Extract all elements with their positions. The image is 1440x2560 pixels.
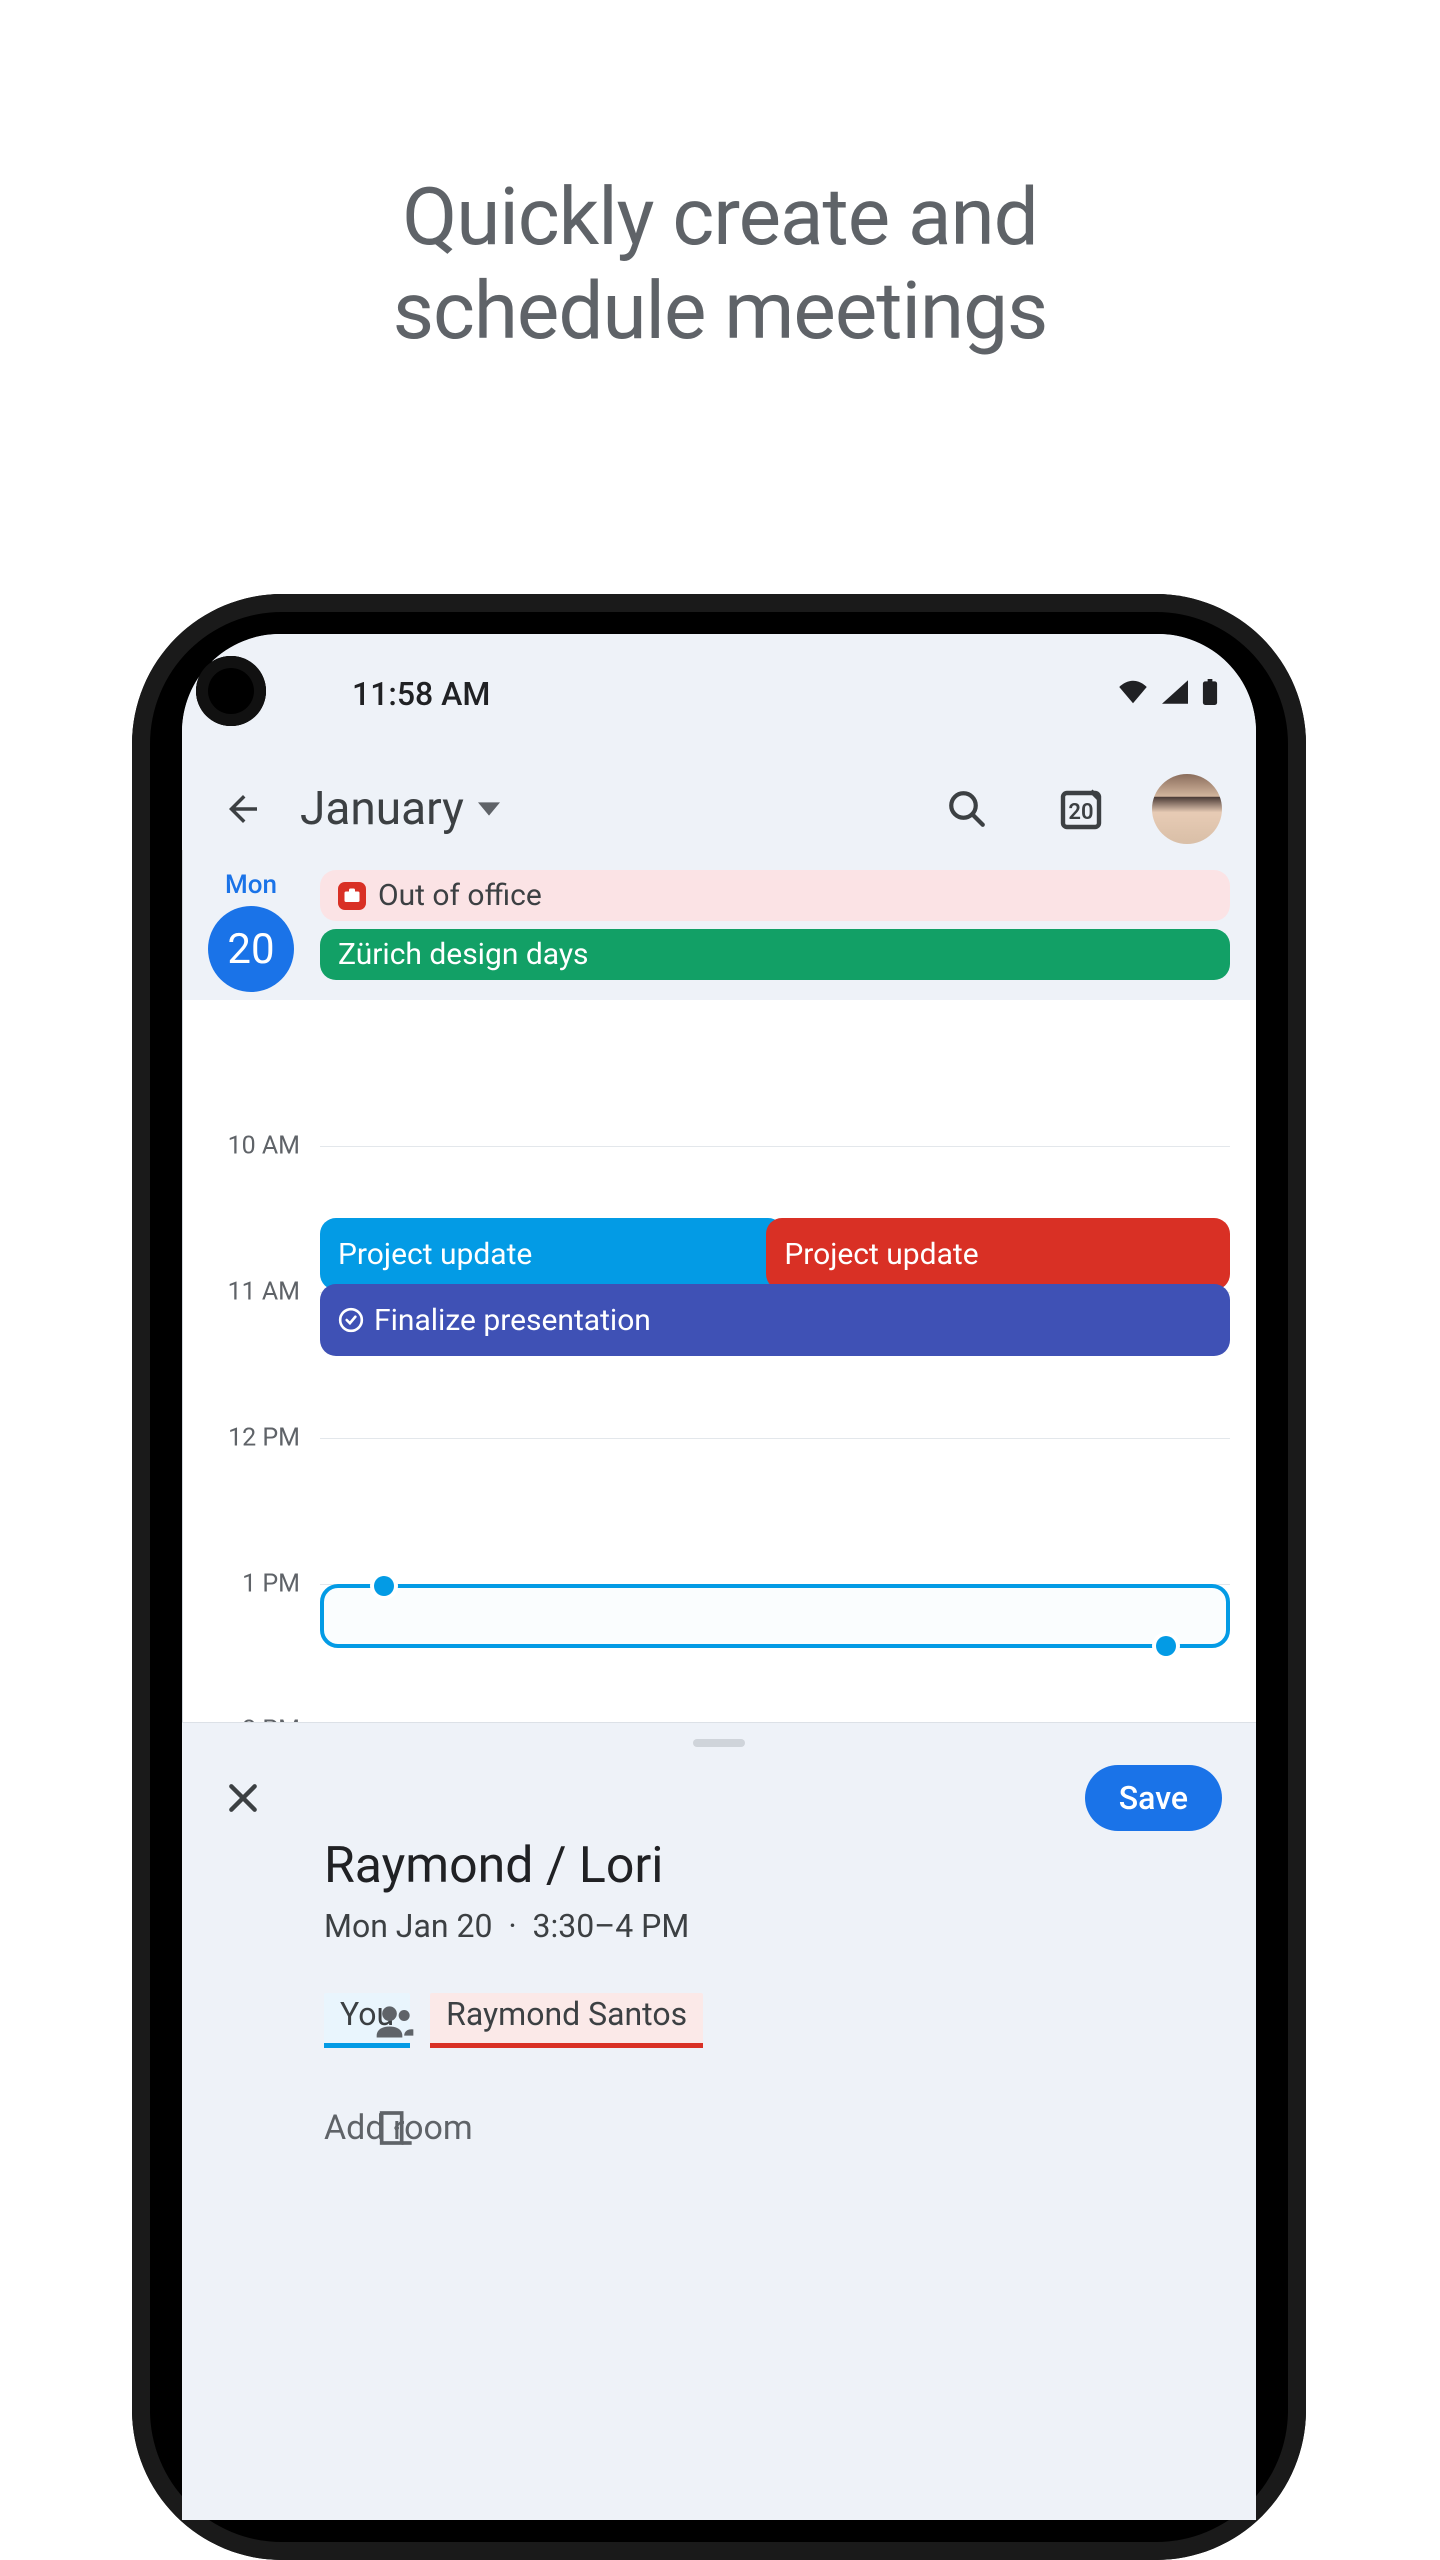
event-title: Project update [338, 1237, 532, 1272]
app-bar: January 20 [182, 754, 1256, 864]
attendees-row: You Raymond Santos [324, 1993, 1256, 2048]
today-button[interactable]: 20 [1054, 782, 1108, 836]
allday-event-label: Out of office [378, 878, 542, 913]
save-label: Save [1119, 1779, 1188, 1817]
allday-event-zurich[interactable]: Zürich design days [320, 929, 1230, 980]
timeline[interactable]: 10 AM 11 AM 12 PM 1 PM 2 PM Project upda… [182, 1000, 1256, 1800]
hero-line-2: schedule meetings [393, 264, 1048, 358]
attendee-chip-raymond[interactable]: Raymond Santos [430, 1993, 703, 2048]
event-title: Finalize presentation [374, 1303, 651, 1338]
event-title: Project update [784, 1237, 978, 1272]
hero-line-1: Quickly create and [402, 170, 1038, 264]
close-button[interactable] [216, 1771, 270, 1825]
wifi-icon [1118, 680, 1148, 708]
search-icon [946, 788, 988, 830]
hour-line [320, 1146, 1230, 1147]
account-avatar[interactable] [1152, 774, 1222, 844]
phone-frame: 11:58 AM [132, 594, 1306, 2560]
chevron-down-icon [478, 798, 500, 820]
month-label: January [300, 782, 464, 836]
briefcase-icon [338, 882, 366, 910]
hour-line [320, 1438, 1230, 1439]
camera-cutout [196, 656, 266, 726]
event-project-update-a[interactable]: Project update [320, 1218, 784, 1290]
hour-label: 11 AM [228, 1278, 300, 1307]
hour-label: 1 PM [242, 1570, 300, 1599]
cell-signal-icon [1162, 680, 1188, 708]
drag-handle-top[interactable] [374, 1576, 394, 1596]
event-project-update-b[interactable]: Project update [766, 1218, 1230, 1290]
room-row[interactable]: Add room [324, 2108, 1256, 2148]
today-number: 20 [1059, 790, 1103, 834]
event-finalize[interactable]: Finalize presentation [320, 1284, 1230, 1356]
hour-label: 10 AM [228, 1132, 300, 1161]
drag-handle-bottom[interactable] [1156, 1636, 1176, 1656]
event-datetime[interactable]: Mon Jan 20 · 3:30–4 PM [324, 1907, 1256, 1945]
save-button[interactable]: Save [1085, 1765, 1222, 1831]
task-check-icon [338, 1307, 364, 1333]
close-icon [223, 1778, 263, 1818]
day-of-week: Mon [182, 870, 320, 900]
hero-title: Quickly create and schedule meetings [0, 170, 1440, 359]
back-button[interactable] [216, 782, 270, 836]
day-header: Mon 20 Out of office Zürich design days [182, 864, 1256, 1000]
date-bubble[interactable]: 20 [208, 906, 294, 992]
status-time: 11:58 AM [352, 675, 490, 713]
people-icon [370, 1996, 420, 2046]
allday-event-ooo[interactable]: Out of office [320, 870, 1230, 921]
allday-event-label: Zürich design days [338, 937, 589, 972]
event-title-input[interactable]: Raymond / Lori [324, 1837, 1256, 1895]
search-button[interactable] [940, 782, 994, 836]
new-event-slot[interactable] [320, 1584, 1230, 1648]
hour-label: 12 PM [228, 1424, 300, 1453]
month-selector[interactable]: January [300, 782, 500, 836]
arrow-left-icon [222, 788, 264, 830]
battery-icon [1202, 679, 1218, 709]
room-icon [370, 2103, 420, 2153]
status-bar: 11:58 AM [182, 634, 1256, 754]
event-create-sheet: Save Raymond / Lori Mon Jan 20 · 3:30–4 … [182, 1722, 1256, 2520]
sheet-drag-handle[interactable] [693, 1739, 745, 1747]
